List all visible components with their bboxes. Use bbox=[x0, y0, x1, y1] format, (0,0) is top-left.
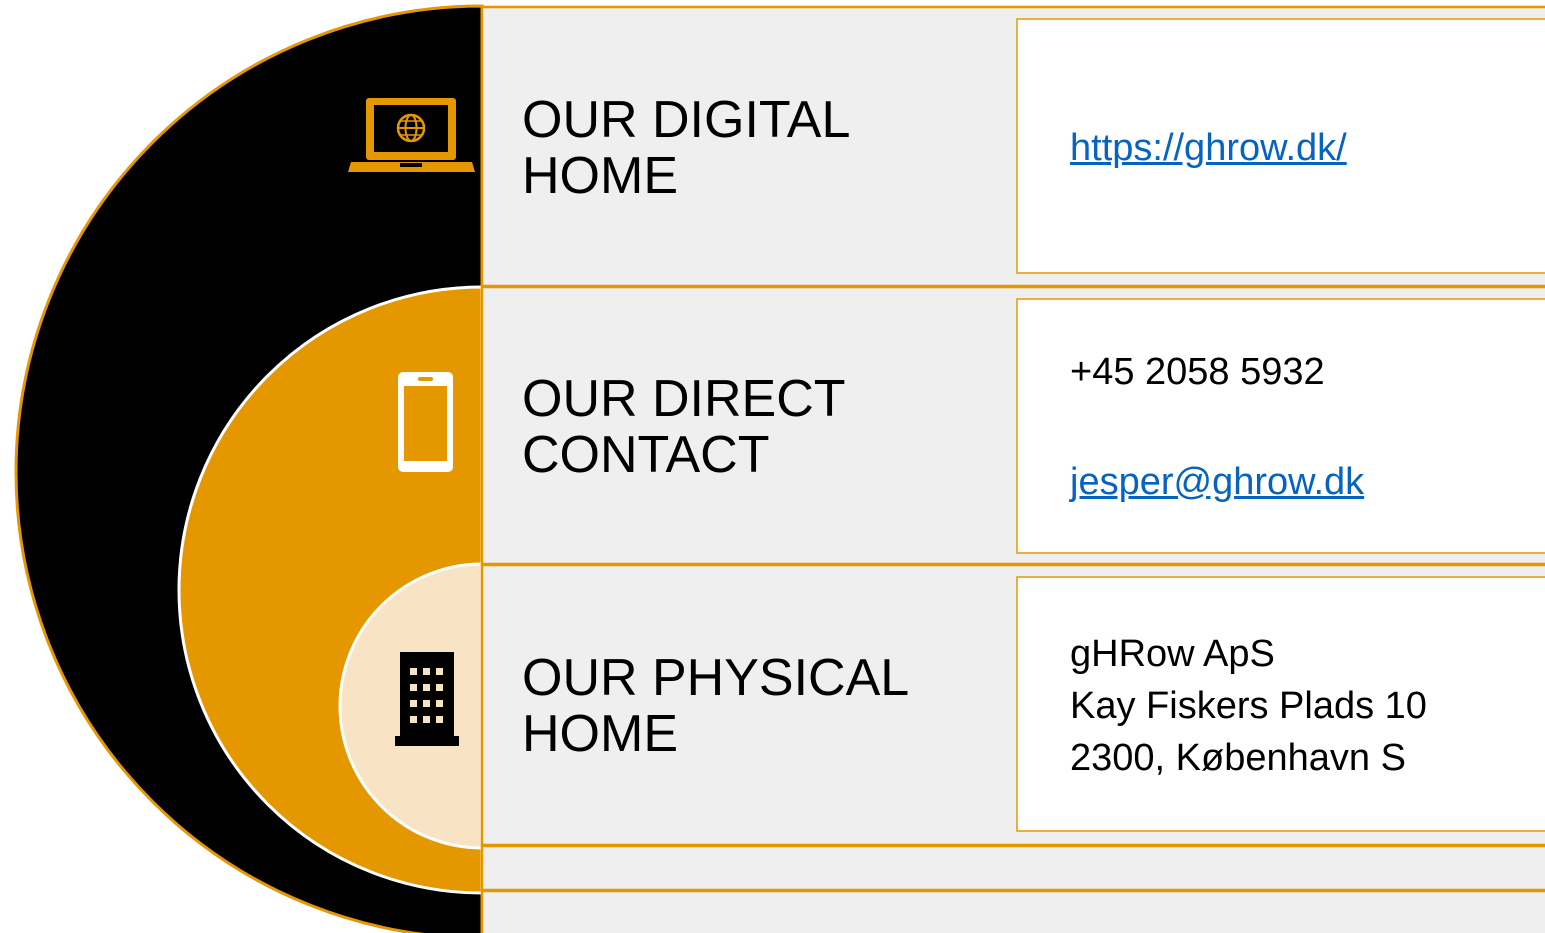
address-block: gHRow ApS Kay Fiskers Plads 10 2300, Køb… bbox=[1070, 628, 1427, 784]
row-band-empty bbox=[480, 889, 1545, 933]
office-building-icon bbox=[395, 652, 459, 746]
address-street: Kay Fiskers Plads 10 bbox=[1070, 685, 1427, 727]
row-title-line2: HOME bbox=[522, 147, 678, 205]
row-title-line2: CONTACT bbox=[522, 426, 770, 484]
row-title-digital-home: OUR DIGITAL HOME bbox=[522, 92, 1002, 204]
smartphone-icon bbox=[398, 372, 453, 472]
row-title-line1: OUR DIGITAL bbox=[522, 91, 851, 149]
row-title-line1: OUR PHYSICAL bbox=[522, 649, 910, 707]
row-band-gap bbox=[480, 844, 1545, 892]
row-title-direct-contact: OUR DIRECT CONTACT bbox=[522, 371, 1002, 483]
row-title-physical-home: OUR PHYSICAL HOME bbox=[522, 650, 1002, 762]
contact-diagram: OUR DIGITAL HOME https://ghrow.dk/ OUR D… bbox=[0, 0, 1545, 933]
row-title-line2: HOME bbox=[522, 705, 678, 763]
address-company: gHRow ApS bbox=[1070, 633, 1275, 675]
address-city: 2300, København S bbox=[1070, 737, 1406, 779]
website-link[interactable]: https://ghrow.dk/ bbox=[1070, 124, 1347, 172]
phone-number: +45 2058 5932 bbox=[1070, 351, 1325, 393]
row-title-line1: OUR DIRECT bbox=[522, 370, 846, 428]
email-link[interactable]: jesper@ghrow.dk bbox=[1070, 458, 1364, 506]
cell-direct-contact bbox=[1016, 298, 1545, 554]
